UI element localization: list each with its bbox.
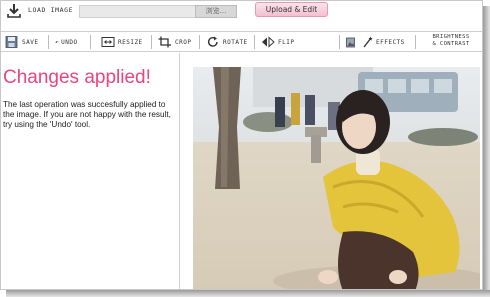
rotate-label: ROTATE bbox=[223, 38, 248, 46]
undo-button[interactable]: ↶ UNDO bbox=[55, 35, 78, 49]
message-panel: Changes applied! The last operation was … bbox=[1, 53, 180, 289]
toolbar-divider bbox=[339, 35, 340, 49]
preview-photo bbox=[193, 67, 480, 289]
resize-button[interactable]: RESIZE bbox=[101, 35, 143, 49]
file-path-input[interactable] bbox=[79, 5, 196, 18]
crop-button[interactable]: CROP bbox=[158, 35, 191, 49]
flip-button[interactable]: FLIP bbox=[261, 35, 294, 49]
rotate-icon bbox=[207, 36, 218, 47]
status-message: The last operation was succesfully appli… bbox=[3, 100, 171, 129]
flip-icon bbox=[262, 36, 275, 48]
effects-icon bbox=[346, 37, 355, 48]
load-image-label: LOAD IMAGE bbox=[28, 6, 74, 14]
image-preview bbox=[193, 67, 480, 289]
flip-label: FLIP bbox=[278, 38, 295, 46]
toolbar-divider bbox=[415, 35, 416, 49]
toolbar-divider bbox=[199, 35, 200, 49]
toolbar: SAVE ↶ UNDO RESIZE CROP ROTATE FLIP EFFE… bbox=[1, 31, 482, 52]
save-button[interactable]: SAVE bbox=[5, 35, 38, 49]
status-title: Changes applied! bbox=[3, 67, 151, 88]
browse-button[interactable]: 浏览... bbox=[195, 5, 237, 18]
contrast-label: & CONTRAST bbox=[432, 41, 470, 47]
resize-label: RESIZE bbox=[118, 38, 143, 46]
window-shadow-bottom bbox=[6, 290, 490, 297]
resize-icon bbox=[101, 37, 115, 47]
load-image-row: LOAD IMAGE 浏览... Upload & Edit bbox=[1, 1, 482, 23]
undo-label: UNDO bbox=[61, 38, 78, 46]
magic-wand-icon bbox=[363, 36, 373, 48]
upload-edit-button[interactable]: Upload & Edit bbox=[255, 2, 328, 17]
effects-label: EFFECTS bbox=[376, 38, 405, 46]
rotate-button[interactable]: ROTATE bbox=[206, 35, 248, 49]
save-label: SAVE bbox=[22, 38, 39, 46]
toolbar-divider bbox=[151, 35, 152, 49]
toolbar-divider bbox=[90, 35, 91, 49]
toolbar-divider bbox=[48, 35, 49, 49]
floppy-disk-icon bbox=[5, 36, 18, 48]
undo-arrow-icon: ↶ bbox=[55, 38, 60, 46]
brightness-label: BRIGHTNESS bbox=[432, 34, 470, 40]
editor-window: LOAD IMAGE 浏览... Upload & Edit SAVE ↶ UN… bbox=[0, 0, 483, 290]
effects-button[interactable]: EFFECTS bbox=[346, 35, 405, 49]
crop-label: CROP bbox=[175, 38, 192, 46]
crop-icon bbox=[158, 36, 171, 48]
brightness-contrast-button[interactable]: BRIGHTNESS & CONTRAST bbox=[421, 34, 481, 48]
toolbar-divider bbox=[254, 35, 255, 49]
window-shadow-right bbox=[483, 6, 490, 297]
download-icon bbox=[7, 4, 21, 18]
